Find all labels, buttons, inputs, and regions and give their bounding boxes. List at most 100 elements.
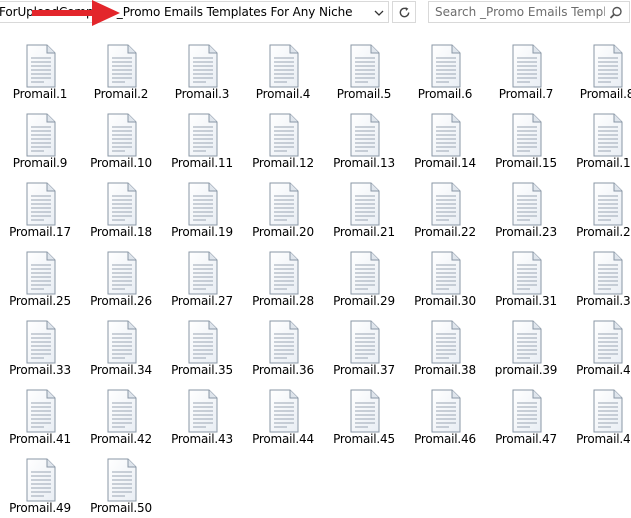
text-document-icon xyxy=(348,112,382,158)
file-name: Promail.14 xyxy=(414,156,476,170)
search-box[interactable] xyxy=(428,1,630,23)
file-item[interactable]: Promail.7 xyxy=(486,38,566,102)
file-item[interactable]: Promail.45 xyxy=(324,383,404,447)
file-item[interactable]: Promail.36 xyxy=(243,314,323,378)
text-document-icon xyxy=(24,457,58,503)
file-item[interactable]: Promail.24 xyxy=(567,176,631,240)
file-item[interactable]: Promail.17 xyxy=(0,176,80,240)
text-document-icon xyxy=(510,181,544,227)
file-item[interactable]: Promail.33 xyxy=(0,314,80,378)
text-document-icon xyxy=(24,43,58,89)
text-document-icon xyxy=(186,319,220,365)
file-name: Promail.1 xyxy=(12,87,68,101)
address-bar[interactable]: ForUploadComp... › _Promo Emails Templat… xyxy=(0,1,389,23)
file-name: Promail.30 xyxy=(414,294,476,308)
text-document-icon xyxy=(348,319,382,365)
file-item[interactable]: Promail.46 xyxy=(405,383,485,447)
file-item[interactable]: Promail.6 xyxy=(405,38,485,102)
file-item[interactable]: Promail.34 xyxy=(81,314,161,378)
file-item[interactable]: Promail.50 xyxy=(81,452,161,516)
file-item[interactable]: Promail.26 xyxy=(81,245,161,309)
file-item[interactable]: Promail.2 xyxy=(81,38,161,102)
file-name: Promail.37 xyxy=(333,363,395,377)
text-document-icon xyxy=(348,181,382,227)
search-icon[interactable] xyxy=(609,5,623,19)
file-item[interactable]: Promail.22 xyxy=(405,176,485,240)
file-item[interactable]: Promail.37 xyxy=(324,314,404,378)
text-document-icon xyxy=(24,181,58,227)
file-name: Promail.2 xyxy=(93,87,149,101)
text-document-icon xyxy=(186,181,220,227)
file-item[interactable]: Promail.29 xyxy=(324,245,404,309)
text-document-icon xyxy=(510,250,544,296)
address-path[interactable]: ForUploadComp... › _Promo Emails Templat… xyxy=(0,5,352,19)
file-item[interactable]: Promail.13 xyxy=(324,107,404,171)
file-name: Promail.9 xyxy=(12,156,68,170)
file-item[interactable]: promail.39 xyxy=(486,314,566,378)
text-document-icon xyxy=(105,250,139,296)
chevron-down-icon[interactable] xyxy=(370,3,388,23)
file-item[interactable]: Promail.31 xyxy=(486,245,566,309)
refresh-icon xyxy=(399,6,409,17)
file-item[interactable]: Promail.48 xyxy=(567,383,631,447)
file-item[interactable]: Promail.4 xyxy=(243,38,323,102)
text-document-icon xyxy=(186,43,220,89)
file-item[interactable]: Promail.40 xyxy=(567,314,631,378)
refresh-button[interactable] xyxy=(392,1,416,23)
file-item[interactable]: Promail.35 xyxy=(162,314,242,378)
file-name: promail.39 xyxy=(494,363,558,377)
file-item[interactable]: Promail.20 xyxy=(243,176,323,240)
file-item[interactable]: Promail.30 xyxy=(405,245,485,309)
file-item[interactable]: Promail.23 xyxy=(486,176,566,240)
file-item[interactable]: Promail.38 xyxy=(405,314,485,378)
file-item[interactable]: Promail.16 xyxy=(567,107,631,171)
text-document-icon xyxy=(510,319,544,365)
file-item[interactable]: Promail.3 xyxy=(162,38,242,102)
file-item[interactable]: Promail.11 xyxy=(162,107,242,171)
file-item[interactable]: Promail.49 xyxy=(0,452,80,516)
file-name: Promail.6 xyxy=(417,87,473,101)
file-item[interactable]: Promail.25 xyxy=(0,245,80,309)
text-document-icon xyxy=(186,250,220,296)
text-document-icon xyxy=(267,319,301,365)
file-name: Promail.7 xyxy=(498,87,554,101)
file-name: Promail.23 xyxy=(495,225,557,239)
text-document-icon xyxy=(105,43,139,89)
file-name: Promail.34 xyxy=(90,363,152,377)
search-input[interactable] xyxy=(435,4,605,20)
file-name: Promail.33 xyxy=(9,363,71,377)
file-name: Promail.21 xyxy=(333,225,395,239)
file-item[interactable]: Promail.8 xyxy=(567,38,631,102)
file-item[interactable]: Promail.32 xyxy=(567,245,631,309)
file-item[interactable]: Promail.18 xyxy=(81,176,161,240)
text-document-icon xyxy=(591,388,625,434)
file-item[interactable]: Promail.42 xyxy=(81,383,161,447)
text-document-icon xyxy=(429,112,463,158)
file-item[interactable]: Promail.19 xyxy=(162,176,242,240)
file-name: Promail.27 xyxy=(171,294,233,308)
text-document-icon xyxy=(429,319,463,365)
file-name: Promail.5 xyxy=(336,87,392,101)
file-item[interactable]: Promail.28 xyxy=(243,245,323,309)
file-item[interactable]: Promail.14 xyxy=(405,107,485,171)
file-item[interactable]: Promail.21 xyxy=(324,176,404,240)
file-item[interactable]: Promail.44 xyxy=(243,383,323,447)
file-item[interactable]: Promail.5 xyxy=(324,38,404,102)
file-item[interactable]: Promail.43 xyxy=(162,383,242,447)
file-item[interactable]: Promail.15 xyxy=(486,107,566,171)
file-name: Promail.13 xyxy=(333,156,395,170)
file-name: Promail.15 xyxy=(495,156,557,170)
file-item[interactable]: Promail.41 xyxy=(0,383,80,447)
file-item[interactable]: Promail.9 xyxy=(0,107,80,171)
text-document-icon xyxy=(105,181,139,227)
file-item[interactable]: Promail.10 xyxy=(81,107,161,171)
file-item[interactable]: Promail.47 xyxy=(486,383,566,447)
file-item[interactable]: Promail.12 xyxy=(243,107,323,171)
text-document-icon xyxy=(429,388,463,434)
file-name: Promail.35 xyxy=(171,363,233,377)
text-document-icon xyxy=(429,43,463,89)
file-item[interactable]: Promail.27 xyxy=(162,245,242,309)
text-document-icon xyxy=(105,112,139,158)
file-name: Promail.32 xyxy=(576,294,631,308)
file-item[interactable]: Promail.1 xyxy=(0,38,80,102)
